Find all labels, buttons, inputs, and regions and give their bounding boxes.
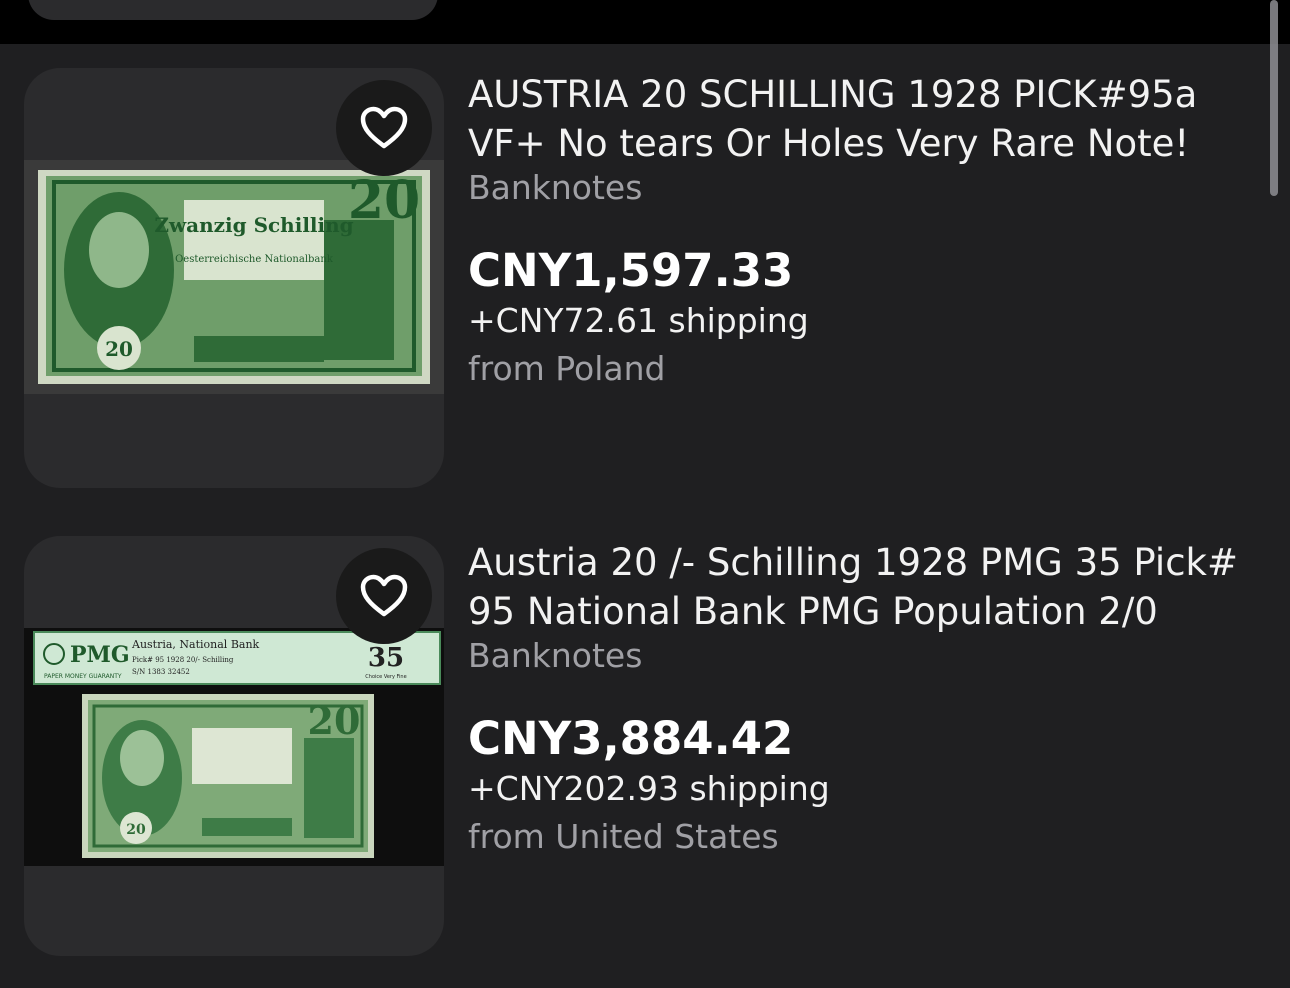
label-serial: S/N 1383 32452: [132, 668, 190, 676]
listing-price: CNY1,597.33: [468, 244, 794, 297]
listing-thumbnail[interactable]: PMG PAPER MONEY GUARANTY Austria, Nation…: [24, 536, 444, 956]
listing-info: Austria 20 /- Schilling 1928 PMG 35 Pick…: [468, 538, 1268, 858]
banknote-denomination-small: 20: [126, 822, 146, 838]
banknote-heading: Zwanzig Schilling: [154, 213, 353, 237]
banknote-image: Zwanzig Schilling Oesterreichische Natio…: [24, 160, 444, 394]
banknote-issuer: Oesterreichische Nationalbank: [175, 254, 334, 265]
listing-title[interactable]: Austria 20 /- Schilling 1928 PMG 35 Pick…: [468, 538, 1268, 636]
banknote-denomination: 20: [308, 698, 361, 743]
listing-title[interactable]: AUSTRIA 20 SCHILLING 1928 PICK#95a VF+ N…: [468, 70, 1268, 168]
listing-thumbnail[interactable]: Zwanzig Schilling Oesterreichische Natio…: [24, 68, 444, 488]
grade-text: Choice Very Fine: [365, 674, 406, 680]
listing-price: CNY3,884.42: [468, 712, 794, 765]
previous-listing-thumbnail[interactable]: [28, 0, 438, 20]
scrollbar[interactable]: [1270, 0, 1278, 196]
listing-origin: from United States: [468, 817, 779, 856]
label-issuer: Austria, National Bank: [131, 638, 260, 651]
listing-shipping: +CNY202.93 shipping: [468, 769, 830, 808]
grade-number: 35: [368, 643, 404, 673]
heart-icon: [360, 574, 408, 617]
listing-category: Banknotes: [468, 636, 643, 675]
listing-origin: from Poland: [468, 349, 666, 388]
banknote-denomination-small: 20: [105, 337, 133, 361]
graded-banknote-image: PMG PAPER MONEY GUARANTY Austria, Nation…: [24, 628, 444, 866]
listing-category: Banknotes: [468, 168, 643, 207]
banknote-denomination: 20: [348, 170, 420, 231]
grader-brand: PMG: [70, 642, 130, 668]
favorite-button[interactable]: [336, 548, 432, 644]
grader-brand-sub: PAPER MONEY GUARANTY: [44, 673, 122, 680]
listing-shipping: +CNY72.61 shipping: [468, 301, 809, 340]
label-pick: Pick# 95 1928 20/- Schilling: [132, 656, 234, 664]
favorite-button[interactable]: [336, 80, 432, 176]
listing-info: AUSTRIA 20 SCHILLING 1928 PICK#95a VF+ N…: [468, 70, 1268, 390]
heart-icon: [360, 106, 408, 149]
